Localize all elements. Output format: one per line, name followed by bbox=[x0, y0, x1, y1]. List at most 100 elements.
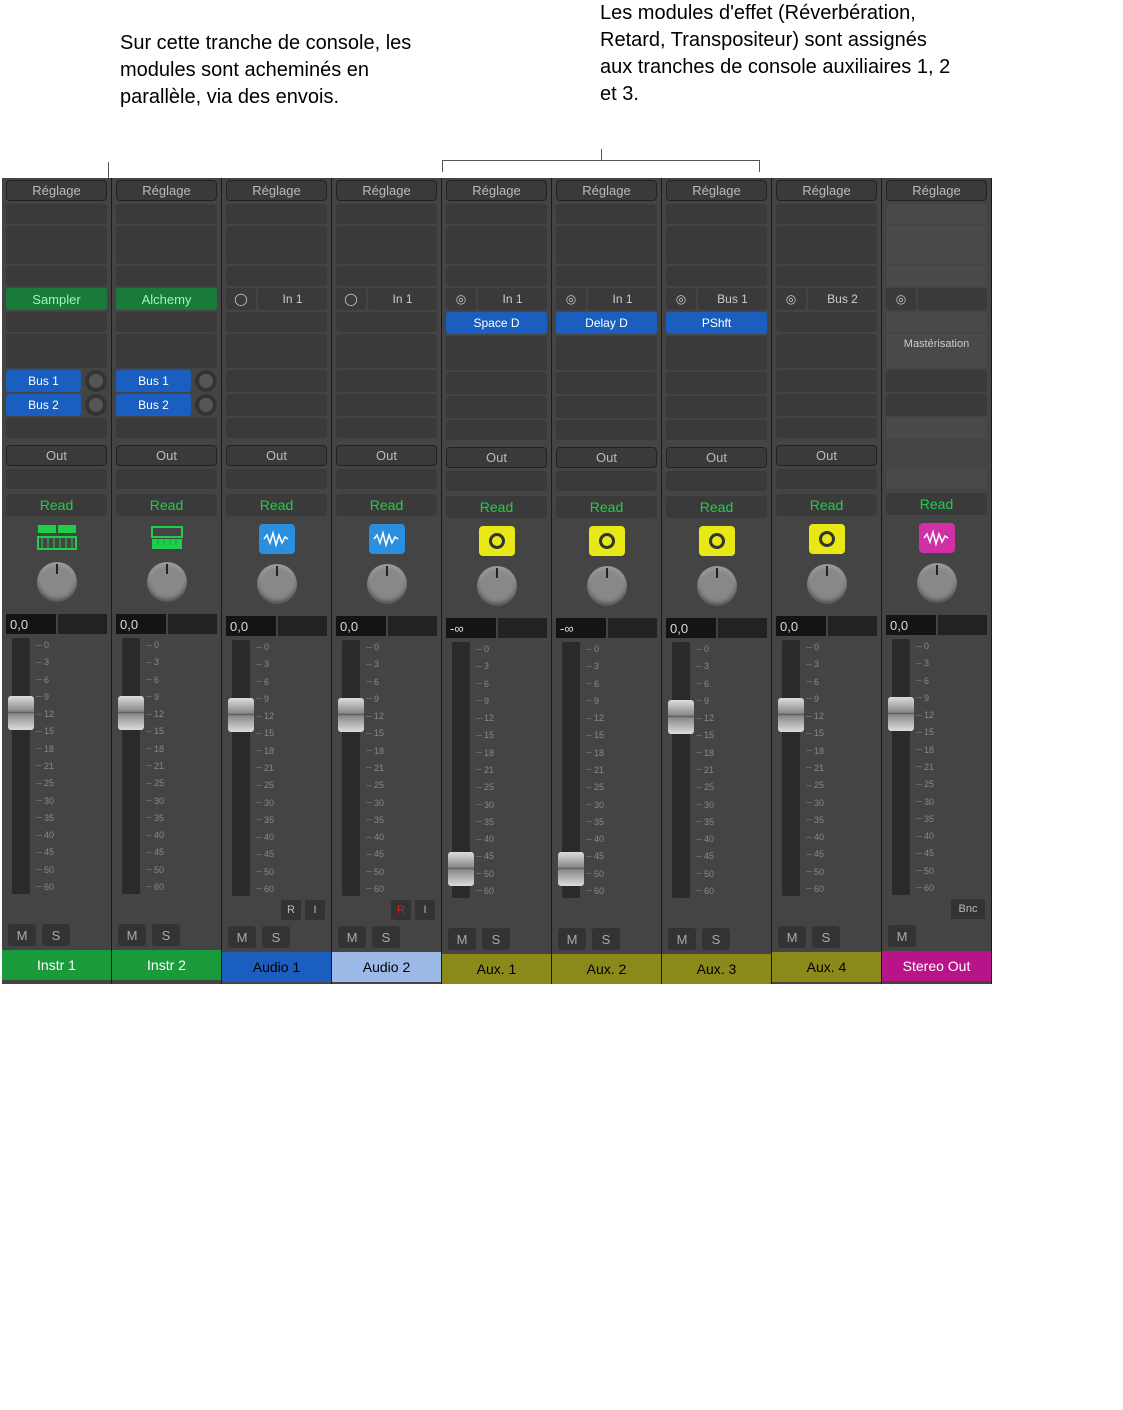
send-2-bus[interactable]: Bus 2 bbox=[6, 394, 81, 416]
fader-track[interactable] bbox=[232, 640, 250, 896]
group-slot[interactable] bbox=[6, 469, 107, 489]
solo-button[interactable]: S bbox=[262, 926, 290, 948]
stereo-input-icon[interactable]: ◎ bbox=[446, 288, 476, 310]
insert-slot[interactable] bbox=[6, 312, 107, 332]
group-slot[interactable] bbox=[226, 469, 327, 489]
settings-button[interactable]: Réglage bbox=[886, 180, 987, 201]
input-slot[interactable] bbox=[6, 266, 107, 286]
automation-mode-button[interactable]: Read bbox=[886, 493, 987, 515]
settings-button[interactable]: Réglage bbox=[336, 180, 437, 201]
mono-input-icon[interactable]: ◯ bbox=[336, 288, 366, 310]
fader-cap[interactable] bbox=[338, 698, 364, 732]
solo-button[interactable]: S bbox=[42, 924, 70, 946]
bounce-button[interactable]: Bnc bbox=[951, 899, 985, 919]
pan-knob[interactable] bbox=[807, 564, 847, 604]
automation-mode-button[interactable]: Read bbox=[336, 494, 437, 516]
input-slot[interactable] bbox=[226, 266, 327, 286]
group-slot[interactable] bbox=[886, 468, 987, 488]
midi-fx-slot[interactable] bbox=[446, 226, 547, 264]
channel-name[interactable]: Audio 2 bbox=[332, 952, 441, 982]
eq-slot[interactable] bbox=[666, 204, 767, 224]
send-2-level-knob[interactable] bbox=[195, 394, 217, 416]
fader-cap[interactable] bbox=[118, 696, 144, 730]
send-2-empty[interactable] bbox=[776, 394, 877, 416]
send-1-empty[interactable] bbox=[666, 372, 767, 394]
fader-track[interactable] bbox=[562, 642, 580, 898]
send-2-level-knob[interactable] bbox=[85, 394, 107, 416]
mute-button[interactable]: M bbox=[8, 924, 36, 946]
group-slot[interactable] bbox=[116, 469, 217, 489]
send-slot[interactable] bbox=[886, 418, 987, 438]
send-slot[interactable] bbox=[6, 418, 107, 438]
insert-slot[interactable] bbox=[226, 312, 327, 332]
send-slot[interactable] bbox=[666, 420, 767, 440]
eq-slot[interactable] bbox=[556, 204, 657, 224]
midi-fx-slot[interactable] bbox=[666, 226, 767, 264]
fader-cap[interactable] bbox=[228, 698, 254, 732]
midi-fx-slot[interactable] bbox=[886, 226, 987, 264]
pan-knob[interactable] bbox=[257, 564, 297, 604]
solo-button[interactable]: S bbox=[482, 928, 510, 950]
output-button[interactable]: Out bbox=[446, 447, 547, 468]
midi-fx-slot[interactable] bbox=[116, 226, 217, 264]
fader-cap[interactable] bbox=[778, 698, 804, 732]
input-selector[interactable]: In 1 bbox=[368, 288, 437, 310]
mono-input-icon[interactable]: ◯ bbox=[226, 288, 256, 310]
channel-name[interactable]: Aux. 4 bbox=[772, 952, 881, 982]
settings-button[interactable]: Réglage bbox=[776, 180, 877, 201]
input-slot[interactable] bbox=[556, 266, 657, 286]
channel-name[interactable]: Aux. 3 bbox=[662, 954, 771, 984]
fader-cap[interactable] bbox=[888, 697, 914, 731]
insert-effect[interactable]: Delay D bbox=[556, 312, 657, 334]
insert-slot[interactable] bbox=[666, 336, 767, 370]
send-slot[interactable] bbox=[556, 420, 657, 440]
send-2-empty[interactable] bbox=[226, 394, 327, 416]
input-slot[interactable] bbox=[776, 266, 877, 286]
mute-button[interactable]: M bbox=[118, 924, 146, 946]
mute-button[interactable]: M bbox=[228, 926, 256, 948]
channel-name[interactable]: Instr 2 bbox=[112, 950, 221, 980]
solo-button[interactable]: S bbox=[702, 928, 730, 950]
solo-button[interactable]: S bbox=[812, 926, 840, 948]
settings-button[interactable]: Réglage bbox=[226, 180, 327, 201]
eq-slot[interactable] bbox=[6, 204, 107, 224]
mute-button[interactable]: M bbox=[338, 926, 366, 948]
send-2-bus[interactable]: Bus 2 bbox=[116, 394, 191, 416]
output-button[interactable]: Out bbox=[556, 447, 657, 468]
automation-mode-button[interactable]: Read bbox=[666, 496, 767, 518]
insert-slot[interactable] bbox=[6, 334, 107, 368]
insert-slot[interactable] bbox=[446, 336, 547, 370]
channel-name[interactable]: Audio 1 bbox=[222, 952, 331, 982]
fader-cap[interactable] bbox=[558, 852, 584, 886]
input-slot[interactable] bbox=[886, 266, 987, 286]
insert-slot[interactable] bbox=[336, 312, 437, 332]
insert-slot[interactable]: Mastérisation bbox=[886, 334, 987, 368]
send-2-empty[interactable] bbox=[446, 396, 547, 418]
input-slot[interactable] bbox=[446, 266, 547, 286]
send-1-empty[interactable] bbox=[336, 370, 437, 392]
input-slot[interactable] bbox=[666, 266, 767, 286]
pan-knob[interactable] bbox=[37, 562, 77, 602]
insert-slot[interactable] bbox=[336, 334, 437, 368]
midi-fx-slot[interactable] bbox=[6, 226, 107, 264]
send-1-empty[interactable] bbox=[886, 370, 987, 392]
input-selector[interactable] bbox=[918, 288, 987, 310]
eq-slot[interactable] bbox=[776, 204, 877, 224]
fader-track[interactable] bbox=[12, 638, 30, 894]
pan-knob[interactable] bbox=[697, 566, 737, 606]
automation-mode-button[interactable]: Read bbox=[116, 494, 217, 516]
eq-slot[interactable] bbox=[446, 204, 547, 224]
output-button[interactable]: Out bbox=[666, 447, 767, 468]
midi-fx-slot[interactable] bbox=[556, 226, 657, 264]
send-slot[interactable] bbox=[226, 418, 327, 438]
group-slot[interactable] bbox=[556, 471, 657, 491]
insert-slot[interactable] bbox=[776, 334, 877, 368]
settings-button[interactable]: Réglage bbox=[116, 180, 217, 201]
insert-effect[interactable]: PShft bbox=[666, 312, 767, 334]
stereo-input-icon[interactable]: ◎ bbox=[886, 288, 916, 310]
mute-button[interactable]: M bbox=[888, 925, 916, 947]
stereo-input-icon[interactable]: ◎ bbox=[666, 288, 696, 310]
pan-knob[interactable] bbox=[477, 566, 517, 606]
send-2-empty[interactable] bbox=[886, 394, 987, 416]
instrument-slot[interactable]: Alchemy bbox=[116, 288, 217, 310]
